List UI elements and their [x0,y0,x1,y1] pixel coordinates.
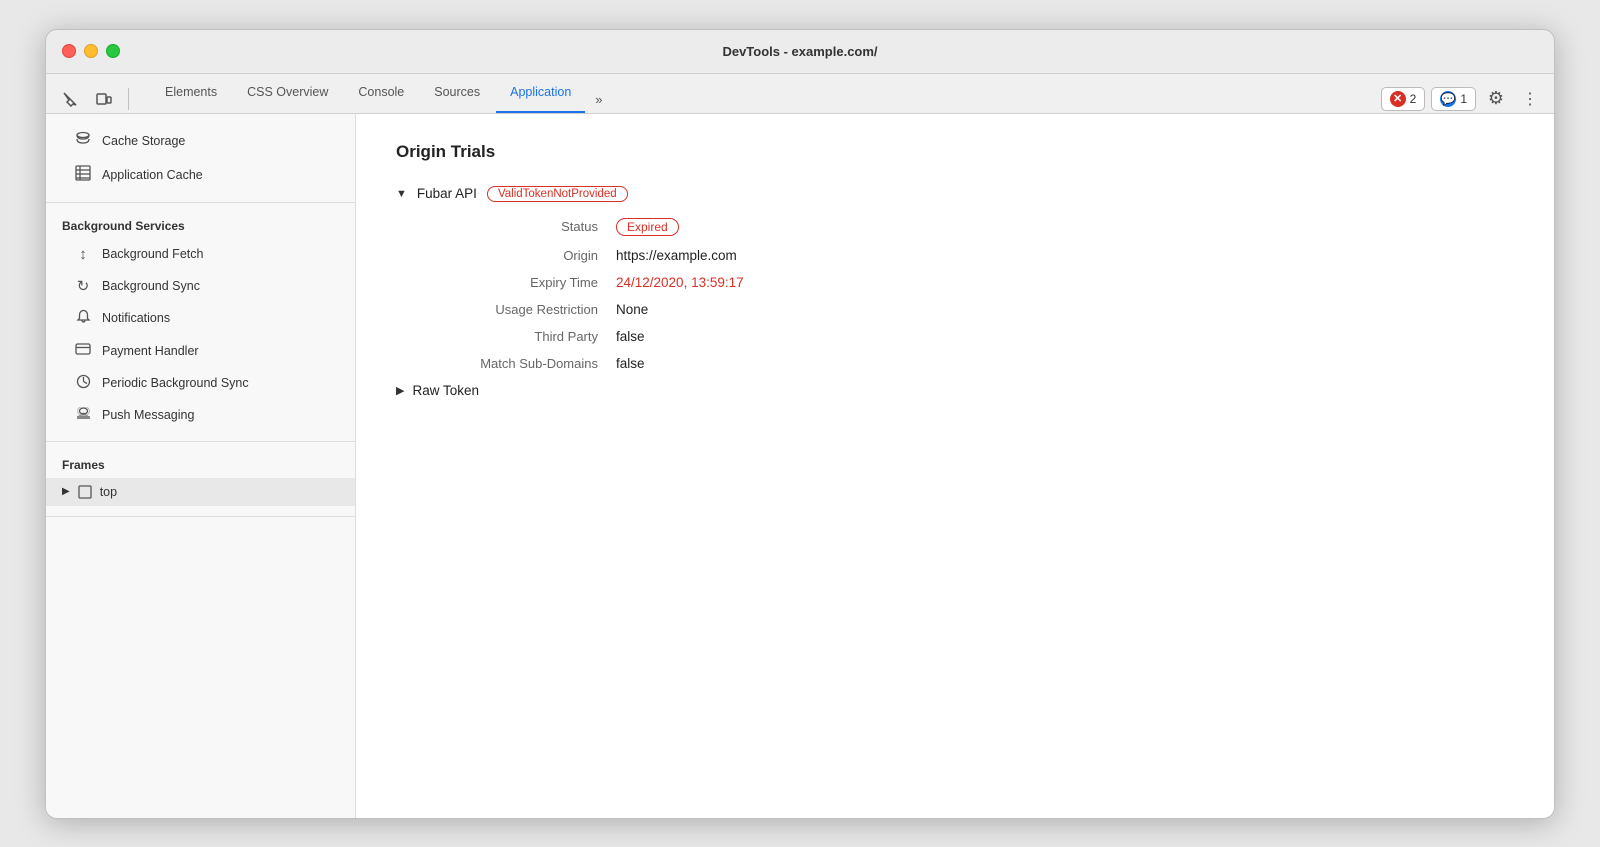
warning-icon: 💬 [1440,91,1456,107]
api-chevron-icon[interactable]: ▼ [396,188,407,200]
api-token-badge: ValidTokenNotProvided [487,186,628,202]
toolbar-separator [128,88,129,110]
cache-storage-icon [74,131,92,151]
page-title: Origin Trials [396,142,1514,162]
detail-row-origin: Origin https://example.com [396,248,1514,263]
tabbar: Elements CSS Overview Console Sources Ap… [46,74,1554,114]
third-party-label: Third Party [396,329,616,344]
sub-domains-value: false [616,356,645,371]
origin-value: https://example.com [616,248,737,263]
more-options-button[interactable]: ⋮ [1516,85,1544,113]
api-name: Fubar API [417,186,477,201]
sidebar-item-notifications[interactable]: Notifications [46,302,355,335]
frames-title: Frames [46,452,355,478]
sidebar-item-background-sync[interactable]: ↻ Background Sync [46,270,355,302]
sidebar-item-application-cache[interactable]: Application Cache [46,158,355,192]
background-sync-label: Background Sync [102,279,200,293]
api-header: ▼ Fubar API ValidTokenNotProvided [396,186,1514,202]
content-panel: Origin Trials ▼ Fubar API ValidTokenNotP… [356,114,1554,818]
tab-application[interactable]: Application [496,74,585,113]
window-title: DevTools - example.com/ [722,44,877,59]
sidebar-item-periodic-background-sync[interactable]: Periodic Background Sync [46,367,355,400]
error-icon: ✕ [1390,91,1406,107]
api-section: ▼ Fubar API ValidTokenNotProvided Status… [396,186,1514,398]
raw-token-row: ▶ Raw Token [396,383,1514,398]
main-area: Cache Storage Application Cache [46,114,1554,818]
detail-row-usage: Usage Restriction None [396,302,1514,317]
window-controls [62,44,120,58]
tab-console[interactable]: Console [344,74,418,113]
notifications-label: Notifications [102,311,170,325]
origin-label: Origin [396,248,616,263]
sidebar: Cache Storage Application Cache [46,114,356,818]
warning-count: 1 [1460,92,1467,106]
tab-css-overview[interactable]: CSS Overview [233,74,342,113]
tab-sources[interactable]: Sources [420,74,494,113]
sidebar-item-background-fetch[interactable]: ↕ Background Fetch [46,239,355,270]
third-party-value: false [616,329,645,344]
warning-badge-button[interactable]: 💬 1 [1431,87,1476,111]
sub-domains-label: Match Sub-Domains [396,356,616,371]
frames-top-label: top [100,485,117,499]
frames-expand-icon: ▶ [62,486,70,497]
tab-elements[interactable]: Elements [151,74,231,113]
cache-storage-label: Cache Storage [102,134,185,148]
background-fetch-icon: ↕ [74,246,92,263]
inspect-icon[interactable] [56,85,84,113]
error-badge-button[interactable]: ✕ 2 [1381,87,1426,111]
application-cache-icon [74,165,92,185]
detail-row-third-party: Third Party false [396,329,1514,344]
sidebar-item-payment-handler[interactable]: Payment Handler [46,335,355,367]
devtools-window: DevTools - example.com/ Elements CSS Ove… [45,29,1555,819]
device-icon[interactable] [90,85,118,113]
error-count: 2 [1410,92,1417,106]
detail-row-sub-domains: Match Sub-Domains false [396,356,1514,371]
sidebar-item-cache-storage[interactable]: Cache Storage [46,124,355,158]
push-messaging-icon [74,407,92,424]
detail-rows: Status Expired Origin https://example.co… [396,218,1514,371]
detail-row-status: Status Expired [396,218,1514,236]
frame-icon [78,485,92,499]
settings-button[interactable]: ⚙ [1482,85,1510,113]
status-value: Expired [616,218,679,236]
sidebar-item-top[interactable]: ▶ top [46,478,355,506]
detail-row-expiry: Expiry Time 24/12/2020, 13:59:17 [396,275,1514,290]
sidebar-item-push-messaging[interactable]: Push Messaging [46,400,355,431]
background-sync-icon: ↻ [74,277,92,295]
close-button[interactable] [62,44,76,58]
maximize-button[interactable] [106,44,120,58]
background-fetch-label: Background Fetch [102,247,203,261]
titlebar: DevTools - example.com/ [46,30,1554,74]
status-label: Status [396,219,616,234]
payment-handler-label: Payment Handler [102,344,199,358]
tabbar-right-controls: ✕ 2 💬 1 ⚙ ⋮ [1381,85,1544,113]
application-cache-label: Application Cache [102,168,203,182]
expiry-value: 24/12/2020, 13:59:17 [616,275,744,290]
toolbar-icons [56,85,133,113]
frames-section: Frames ▶ top [46,442,355,517]
raw-token-label: Raw Token [412,383,479,398]
more-tabs-button[interactable]: » [587,86,610,113]
periodic-background-sync-icon [74,374,92,393]
minimize-button[interactable] [84,44,98,58]
expiry-label: Expiry Time [396,275,616,290]
usage-label: Usage Restriction [396,302,616,317]
notifications-icon [74,309,92,328]
push-messaging-label: Push Messaging [102,408,194,422]
background-services-section: Background Services ↕ Background Fetch ↻… [46,203,355,442]
periodic-background-sync-label: Periodic Background Sync [102,376,249,390]
raw-token-chevron-icon[interactable]: ▶ [396,384,404,397]
storage-section: Cache Storage Application Cache [46,114,355,203]
usage-value: None [616,302,648,317]
payment-handler-icon [74,342,92,360]
background-services-title: Background Services [46,213,355,239]
